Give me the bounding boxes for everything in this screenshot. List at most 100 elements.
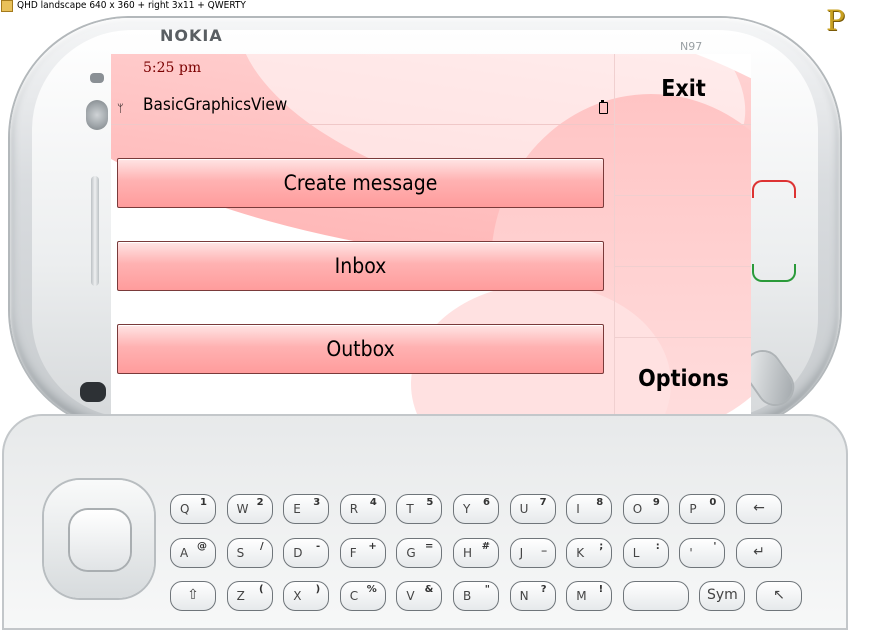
key-alt-symbol: 6 [483,497,490,508]
space-key[interactable] [622,581,689,611]
key-b[interactable]: B " [453,581,499,611]
key-a[interactable]: A @ [170,538,216,568]
key-letter: F [349,546,357,560]
shift-key[interactable]: ⇧ [170,581,216,611]
sym-key[interactable]: Sym [699,581,746,611]
backspace-key[interactable]: ← [736,494,782,524]
key-alt-symbol: 2 [256,497,264,508]
exit-softkey[interactable]: Exit [615,54,751,125]
key-alt-symbol: - [316,541,321,552]
key-alt-symbol: & [424,584,434,595]
simulator-title: QHD landscape 640 x 360 + right 3x11 + Q… [17,0,246,11]
key-m[interactable]: M! [566,581,613,611]
key-letter: ' [689,546,693,560]
key-letter: H [463,546,473,560]
battery-icon [599,100,608,114]
key-letter: Z [236,589,245,603]
signal-icon: ᛘ [117,102,124,115]
key-v[interactable]: V & [396,581,443,611]
key-letter: C [349,589,359,603]
key-alt-symbol: ; [599,541,604,552]
key-t[interactable]: T5 [396,494,443,524]
create-message-button[interactable]: Create message [117,158,604,208]
key-letter: Q [180,502,190,516]
key-alt-symbol: : [655,541,660,552]
softkey-slot-2[interactable] [615,125,751,196]
key-z[interactable]: Z( [226,581,273,611]
key-letter: S [236,546,245,560]
key-n[interactable]: N? [509,581,556,611]
key-r[interactable]: R4 [339,494,386,524]
options-softkey[interactable]: Options [615,343,751,414]
key-alt-symbol: = [425,541,434,552]
key-o[interactable]: O9 [622,494,669,524]
key-g[interactable]: G = [396,538,443,568]
earpiece-icon [90,73,104,83]
key-alt-symbol: ) [315,584,321,595]
app-icon [1,0,13,12]
key-letter: P [689,502,697,516]
key-k[interactable]: K; [566,538,613,568]
key-letter: I [576,502,580,516]
key-alt-symbol: 7 [539,497,547,508]
key-i[interactable]: I8 [566,494,613,524]
key-letter: M [576,589,587,603]
key-letter: J [519,546,524,560]
key-label: ← [753,500,765,516]
key-letter: U [519,502,529,516]
softkey-pane: Exit Options [614,54,751,414]
clock: 5:25 pm [143,60,202,76]
key-label: ↖ [773,587,785,603]
key-d[interactable]: D- [283,538,330,568]
softkey-slot-4[interactable] [615,267,751,338]
key-letter: L [632,546,640,560]
key-alt-symbol: ' [713,541,717,552]
key-alt-symbol: # [481,541,490,552]
dpad-center-key[interactable] [70,510,130,570]
key-x[interactable]: X) [283,581,330,611]
key-l[interactable]: L: [622,538,669,568]
key-w[interactable]: W2 [226,494,273,524]
key-letter: O [632,502,643,516]
key-letter: B [463,589,472,603]
key-alt-symbol: 0 [709,497,717,508]
key-h[interactable]: H # [453,538,499,568]
key-letter: X [293,589,302,603]
key-letter: K [576,546,585,560]
app-title: BasicGraphicsView [143,95,288,115]
key-e[interactable]: E3 [283,494,330,524]
arrow-key[interactable]: ↖ [756,581,802,611]
key-letter: E [293,502,301,516]
softkey-slot-3[interactable] [615,196,751,267]
key-alt-symbol: 5 [426,497,434,508]
device-screen: 5:25 pm ᛘ BasicGraphicsView Create messa… [111,54,751,414]
key-apostrophe[interactable]: ' ' [679,538,726,568]
key-s[interactable]: S / [226,538,273,568]
key-c[interactable]: C% [339,581,386,611]
key-alt-symbol: _ [541,541,547,552]
key-j[interactable]: J _ [509,538,556,568]
simulator-title-bar: QHD landscape 640 x 360 + right 3x11 + Q… [0,0,880,14]
enter-key[interactable]: ↵ [736,538,782,568]
key-f[interactable]: F + [339,538,386,568]
key-y[interactable]: Y6 [453,494,499,524]
key-alt-symbol: 9 [652,497,660,508]
key-alt-symbol: ( [259,584,264,595]
outbox-button[interactable]: Outbox [117,324,604,374]
key-q[interactable]: Q1 [170,494,216,524]
brand-logo: NOKIA [160,26,223,45]
key-alt-symbol: 3 [313,497,321,508]
front-camera-icon [86,100,108,130]
key-letter: D [293,546,303,560]
end-call-key-icon[interactable] [752,180,796,198]
key-p[interactable]: P0 [679,494,726,524]
key-alt-symbol: 1 [200,497,207,508]
side-slot [91,176,99,286]
key-u[interactable]: U7 [509,494,556,524]
key-letter: G [406,546,416,560]
key-letter: N [519,589,529,603]
call-key-icon[interactable] [752,264,796,282]
menu-hardware-button[interactable] [80,382,106,402]
inbox-button[interactable]: Inbox [117,241,604,291]
key-alt-symbol: ! [598,584,604,595]
